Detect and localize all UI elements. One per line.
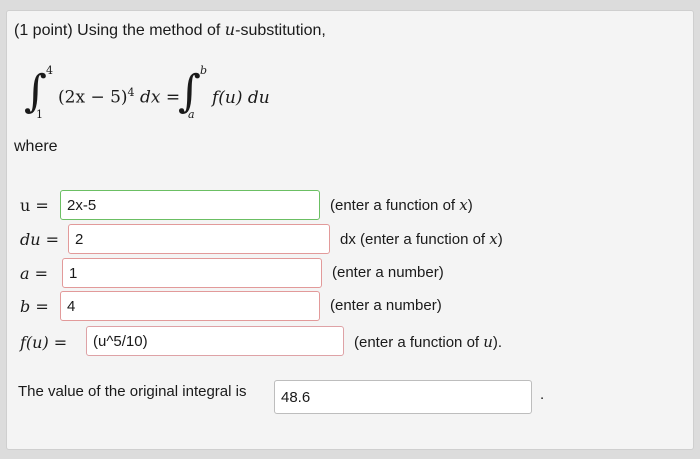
prompt-variable: u: [224, 20, 236, 39]
du-input[interactable]: 2: [68, 224, 330, 254]
b-input[interactable]: 4: [60, 291, 320, 321]
du-hint-text: dx (enter a function of: [340, 231, 490, 248]
integrand-base: (2x − 5): [58, 87, 128, 108]
du-hint-var: x: [489, 230, 498, 248]
u-input-value: 2x-5: [67, 196, 97, 214]
fu-input[interactable]: (u^5/10): [86, 326, 344, 356]
a-label: a =: [20, 264, 48, 283]
u-hint-text: (enter a function of: [330, 197, 460, 214]
fu-hint-suffix: ).: [492, 334, 503, 351]
right-integrand: f(u) du: [212, 88, 270, 108]
du-label: du =: [20, 230, 59, 249]
b-input-value: 4: [67, 297, 76, 315]
u-input[interactable]: 2x-5: [60, 190, 320, 220]
u-hint-suffix: ): [467, 197, 473, 214]
u-hint: (enter a function of x): [330, 196, 473, 214]
du-hint: dx (enter a function of x): [340, 230, 503, 248]
integrand-exponent: 4: [127, 86, 135, 99]
a-input-value: 1: [69, 264, 78, 282]
integrand: (2x − 5)4 dx =: [58, 86, 180, 108]
upper-limit-left: 4: [46, 64, 53, 77]
u-label: u =: [20, 196, 49, 215]
upper-limit-right: b: [200, 64, 208, 77]
b-label: b =: [20, 297, 49, 316]
fu-hint-var: u: [483, 333, 493, 351]
final-answer-label: The value of the original integral is: [18, 383, 247, 400]
prompt-prefix: Using the method of: [77, 22, 225, 39]
points-label: (1 point): [14, 22, 73, 39]
du-input-value: 2: [75, 230, 84, 248]
final-answer-value: 48.6: [281, 388, 311, 406]
prompt-suffix: -substitution,: [235, 22, 326, 39]
where-label: where: [14, 138, 58, 155]
fu-hint-text: (enter a function of: [354, 334, 484, 351]
du-label-text: du =: [20, 230, 60, 249]
dx-label: dx: [139, 87, 161, 108]
b-hint: (enter a number): [330, 297, 442, 314]
u-hint-var: x: [459, 196, 468, 214]
a-hint: (enter a number): [332, 264, 444, 281]
lower-limit-right: a: [188, 108, 195, 121]
final-answer-input[interactable]: 48.6: [274, 380, 532, 414]
final-period: .: [540, 386, 545, 403]
lower-limit-left: 1: [36, 108, 43, 121]
problem-prompt: (1 point) Using the method of u-substitu…: [14, 20, 326, 40]
fu-label: f(u) =: [20, 333, 67, 352]
fu-hint: (enter a function of u).: [354, 333, 502, 351]
a-input[interactable]: 1: [62, 258, 322, 288]
fu-input-value: (u^5/10): [93, 332, 148, 350]
b-label-text: b =: [20, 297, 49, 316]
a-label-text: a =: [20, 264, 49, 283]
du-hint-suffix: ): [497, 231, 503, 248]
fu-label-text: f(u) =: [20, 333, 68, 352]
